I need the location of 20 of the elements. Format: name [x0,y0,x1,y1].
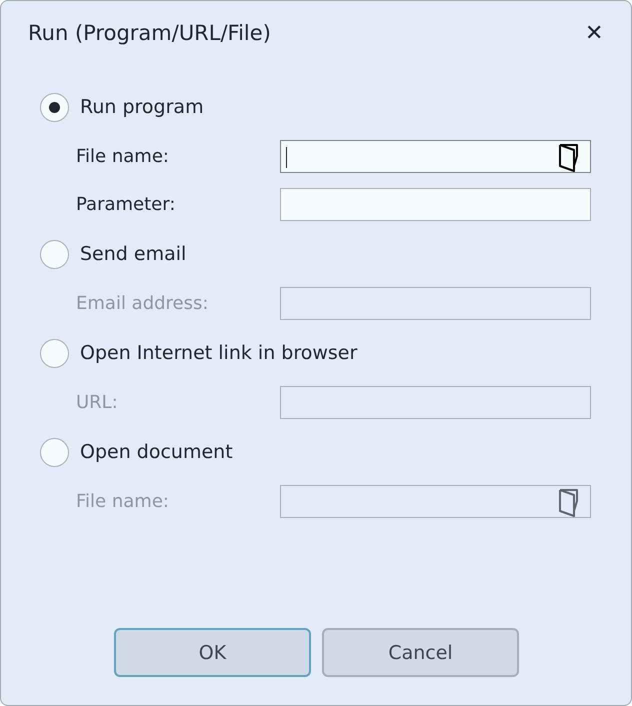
field-label: File name: [76,146,170,167]
window-title: Run (Program/URL/File) [28,21,271,45]
radio-label[interactable]: Run program [80,96,204,118]
field-label: File name: [76,491,170,512]
field-label: Parameter: [76,194,176,215]
radio-button[interactable] [40,338,69,368]
input-field[interactable] [280,188,591,221]
ok-button[interactable]: OK [114,628,311,677]
radio-label[interactable]: Open Internet link in browser [80,342,358,364]
input-field[interactable] [280,140,591,173]
folder-icon[interactable] [558,142,580,172]
field-label: URL: [76,392,119,413]
cancel-button[interactable]: Cancel [322,628,519,677]
radio-label[interactable]: Send email [80,243,186,265]
radio-button[interactable] [40,240,69,268]
radio-label[interactable]: Open document [80,441,233,463]
radio-button[interactable] [40,92,69,122]
field-label: Email address: [76,293,210,314]
radio-button[interactable] [40,438,69,466]
close-button[interactable]: ✕ [581,20,607,46]
